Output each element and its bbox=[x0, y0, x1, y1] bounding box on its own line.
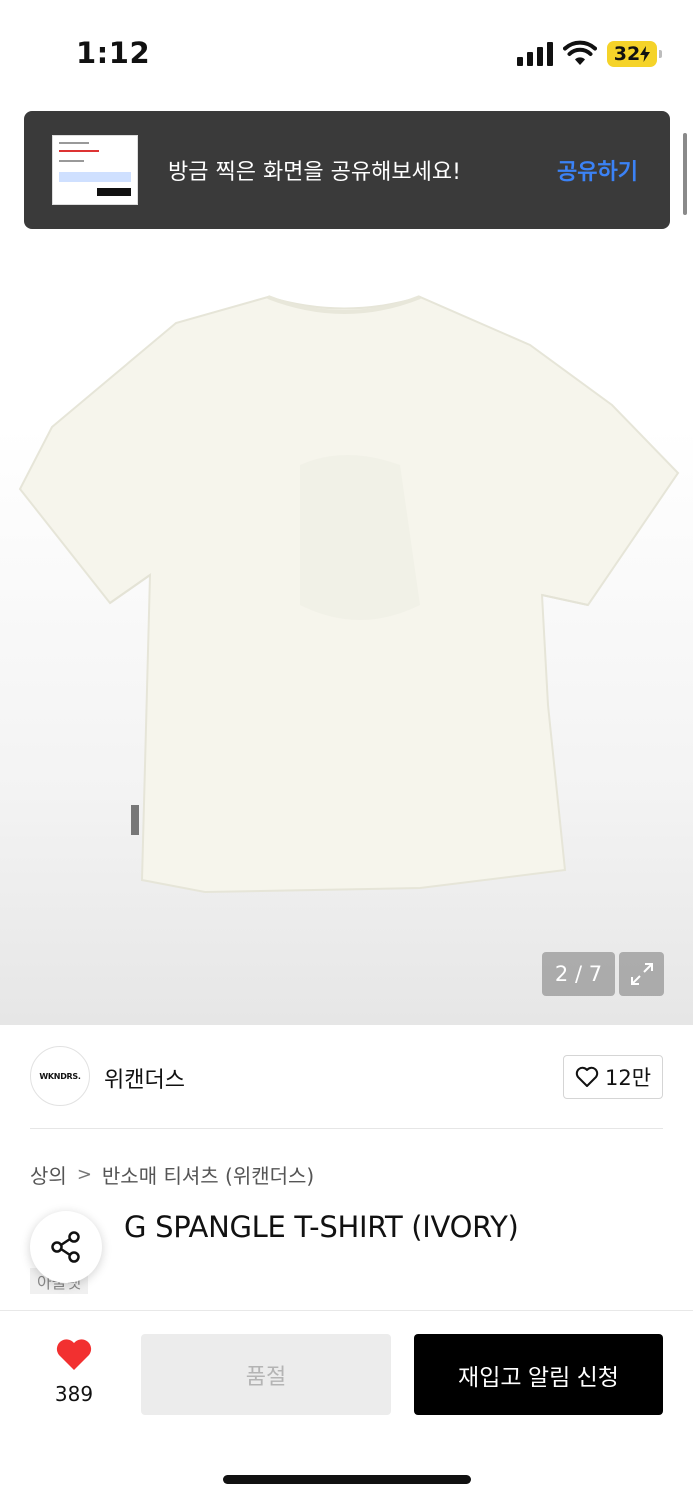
wish-button[interactable]: 389 bbox=[44, 1338, 104, 1406]
cellular-signal-icon bbox=[517, 42, 553, 66]
chevron-right-icon: > bbox=[76, 1164, 92, 1185]
screenshot-thumbnail[interactable] bbox=[52, 135, 138, 205]
restock-alert-button[interactable]: 재입고 알림 신청 bbox=[414, 1334, 663, 1415]
heart-filled-icon bbox=[56, 1339, 92, 1370]
expand-image-button[interactable] bbox=[619, 952, 664, 996]
share-floating-button[interactable] bbox=[30, 1211, 102, 1283]
breadcrumb: 상의 > 반소매 티셔츠 (위캔더스) bbox=[30, 1160, 314, 1189]
status-bar: 1:12 32 bbox=[0, 0, 693, 105]
battery-level: 32 bbox=[613, 43, 641, 65]
brand-logo[interactable]: WKNDRS. bbox=[30, 1046, 90, 1106]
wifi-icon bbox=[563, 40, 597, 65]
brand-like-count: 12만 bbox=[604, 1066, 652, 1090]
status-time: 1:12 bbox=[76, 36, 151, 70]
charging-bolt-icon bbox=[640, 46, 651, 62]
soldout-button: 품절 bbox=[141, 1334, 391, 1415]
share-icon bbox=[51, 1231, 80, 1263]
expand-icon bbox=[630, 963, 653, 985]
scroll-indicator bbox=[683, 133, 687, 215]
wish-count: 389 bbox=[54, 1382, 94, 1406]
brand-logo-text: WKNDRS. bbox=[39, 1071, 81, 1081]
toast-message: 방금 찍은 화면을 공유해보세요! bbox=[168, 160, 461, 185]
home-indicator[interactable] bbox=[223, 1475, 471, 1484]
breadcrumb-category[interactable]: 상의 bbox=[30, 1160, 67, 1189]
product-title-text: G SPANGLE T-SHIRT (IVORY) bbox=[124, 1210, 519, 1244]
brand-like-button[interactable]: 12만 bbox=[563, 1055, 663, 1099]
product-title: G SPANGLE T-SHIRT (IVORY) bbox=[124, 1210, 519, 1244]
heart-outline-icon bbox=[575, 1066, 599, 1087]
share-button[interactable]: 공유하기 bbox=[557, 154, 638, 186]
brand-name[interactable]: 위캔더스 bbox=[104, 1062, 185, 1094]
divider bbox=[30, 1128, 663, 1129]
product-image-gallery[interactable]: 2 / 7 bbox=[0, 105, 693, 1025]
breadcrumb-subcategory[interactable]: 반소매 티셔츠 (위캔더스) bbox=[102, 1160, 314, 1189]
product-image bbox=[18, 295, 680, 894]
battery-indicator: 32 bbox=[607, 41, 662, 67]
image-pager: 2 / 7 bbox=[542, 952, 615, 996]
share-screenshot-toast: 방금 찍은 화면을 공유해보세요! 공유하기 bbox=[24, 111, 670, 229]
brand-row: WKNDRS. 위캔더스 12만 bbox=[30, 1046, 663, 1106]
